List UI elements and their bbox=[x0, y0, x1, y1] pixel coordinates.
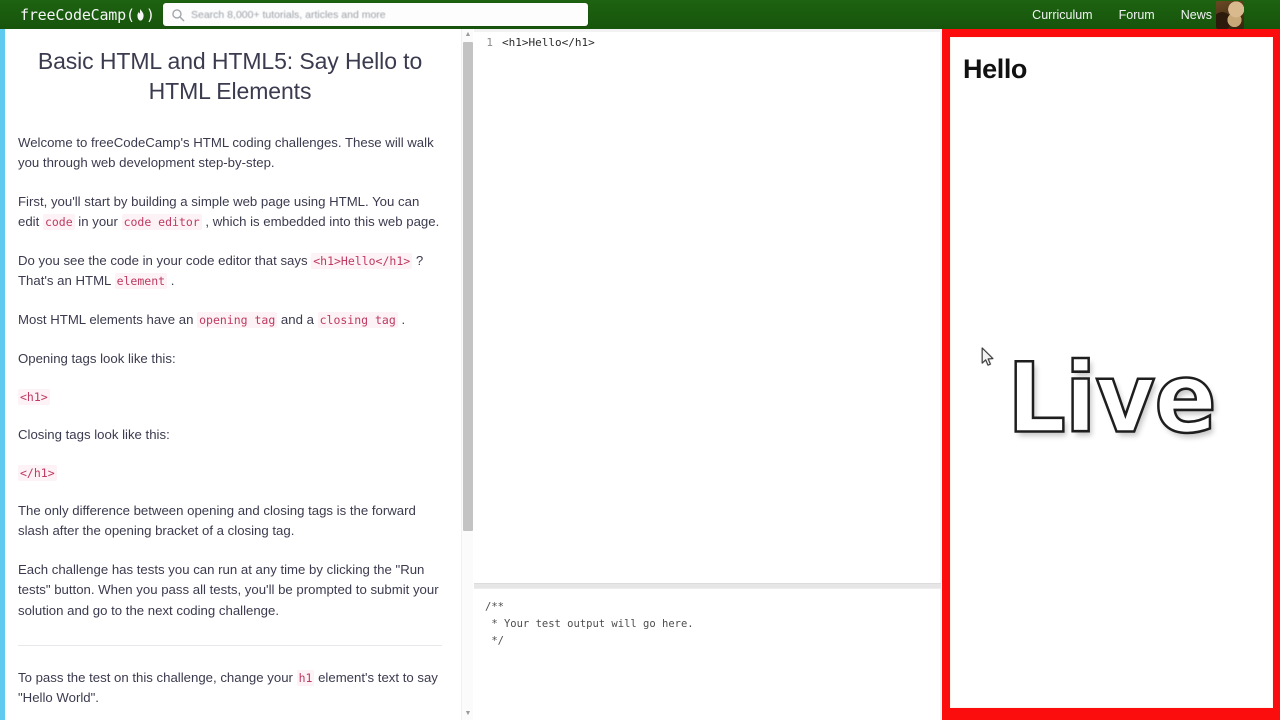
instructions-code-block: <h1> bbox=[12, 388, 448, 406]
instructions-paragraph: The only difference between opening and … bbox=[18, 503, 416, 539]
chevron-down-icon[interactable]: ▼ bbox=[462, 708, 474, 720]
live-preview-viewport[interactable]: Hello Live bbox=[950, 37, 1273, 708]
left-accent-edge bbox=[0, 29, 5, 720]
console-line: */ bbox=[485, 635, 504, 647]
console-line: * Your test output will go here. bbox=[485, 618, 694, 630]
instructions-scrollbar[interactable]: ▲ ▼ bbox=[461, 29, 473, 720]
search-icon bbox=[171, 8, 185, 22]
search-input[interactable] bbox=[191, 8, 561, 21]
live-watermark: Live bbox=[1006, 342, 1218, 455]
nav-link-news[interactable]: News bbox=[1181, 8, 1212, 22]
inline-code: code editor bbox=[121, 213, 202, 230]
console-line: /** bbox=[485, 601, 504, 613]
live-preview-frame: Hello Live bbox=[942, 29, 1280, 720]
inline-code: opening tag bbox=[197, 312, 278, 329]
instructions-paragraph: Each challenge has tests you can run at … bbox=[18, 562, 439, 618]
scrollbar-thumb[interactable] bbox=[463, 42, 473, 531]
instructions-divider bbox=[18, 644, 442, 646]
line-number: 1 bbox=[486, 36, 493, 49]
instructions-paragraph: Welcome to freeCodeCamp's HTML coding ch… bbox=[18, 134, 434, 170]
instructions-paragraph: First, you'll start by building a simple… bbox=[18, 193, 440, 230]
instructions-paragraph: Most HTML elements have an opening tag a… bbox=[18, 312, 406, 329]
inline-code: code bbox=[42, 213, 75, 230]
instructions-body: Welcome to freeCodeCamp's HTML coding ch… bbox=[12, 133, 448, 708]
page-title: Basic HTML and HTML5: Say Hello to HTML … bbox=[37, 48, 423, 105]
editor-line[interactable]: 1 <h1>Hello</h1> bbox=[474, 29, 941, 49]
chevron-up-icon[interactable]: ▲ bbox=[462, 29, 474, 41]
editor-top-divider bbox=[474, 29, 941, 32]
nav-link-forum[interactable]: Forum bbox=[1119, 8, 1155, 22]
code-editor[interactable]: 1 <h1>Hello</h1> bbox=[474, 29, 941, 583]
test-output-console: /** * Your test output will go here. */ bbox=[474, 589, 941, 720]
instructions-paragraph: Do you see the code in your code editor … bbox=[18, 252, 424, 290]
search-bar[interactable] bbox=[163, 3, 588, 26]
editor-lines: 1 <h1>Hello</h1> bbox=[474, 29, 941, 49]
inline-code: </h1> bbox=[18, 465, 57, 482]
instructions-paragraph: Closing tags look like this: bbox=[18, 427, 170, 443]
avatar-image bbox=[1216, 1, 1244, 29]
freecodecamp-logo[interactable]: freeCodeCamp ( ) bbox=[20, 6, 155, 24]
line-code: <h1>Hello</h1> bbox=[502, 36, 595, 49]
logo-paren-close: ) bbox=[145, 5, 155, 24]
logo-text: freeCodeCamp bbox=[20, 5, 126, 24]
nav-link-curriculum[interactable]: Curriculum bbox=[1032, 8, 1092, 22]
nav-links: Curriculum Forum News bbox=[1032, 0, 1212, 29]
flame-icon bbox=[136, 7, 145, 21]
instructions-paragraph: Opening tags look like this: bbox=[18, 351, 176, 367]
logo-paren-open: ( bbox=[125, 5, 135, 24]
instructions-code-block: </h1> bbox=[12, 464, 448, 482]
freecodecamp-challenge-page: freeCodeCamp ( ) Curriculum Forum News bbox=[0, 0, 1280, 720]
instructions-paragraph: To pass the test on this challenge, chan… bbox=[18, 669, 438, 705]
instructions-panel: Basic HTML and HTML5: Say Hello to HTML … bbox=[5, 29, 460, 720]
inline-code: <h1>Hello</h1> bbox=[311, 252, 413, 269]
inline-code: element bbox=[114, 273, 168, 290]
preview-heading: Hello bbox=[963, 54, 1028, 84]
editor-console-splitter[interactable] bbox=[474, 583, 941, 589]
inline-code: h1 bbox=[296, 669, 315, 686]
top-navbar: freeCodeCamp ( ) Curriculum Forum News bbox=[0, 0, 1280, 29]
inline-code: <h1> bbox=[18, 389, 50, 406]
avatar[interactable] bbox=[1216, 1, 1244, 29]
console-lines: /** * Your test output will go here. */ bbox=[474, 599, 941, 650]
inline-code: closing tag bbox=[317, 312, 398, 329]
